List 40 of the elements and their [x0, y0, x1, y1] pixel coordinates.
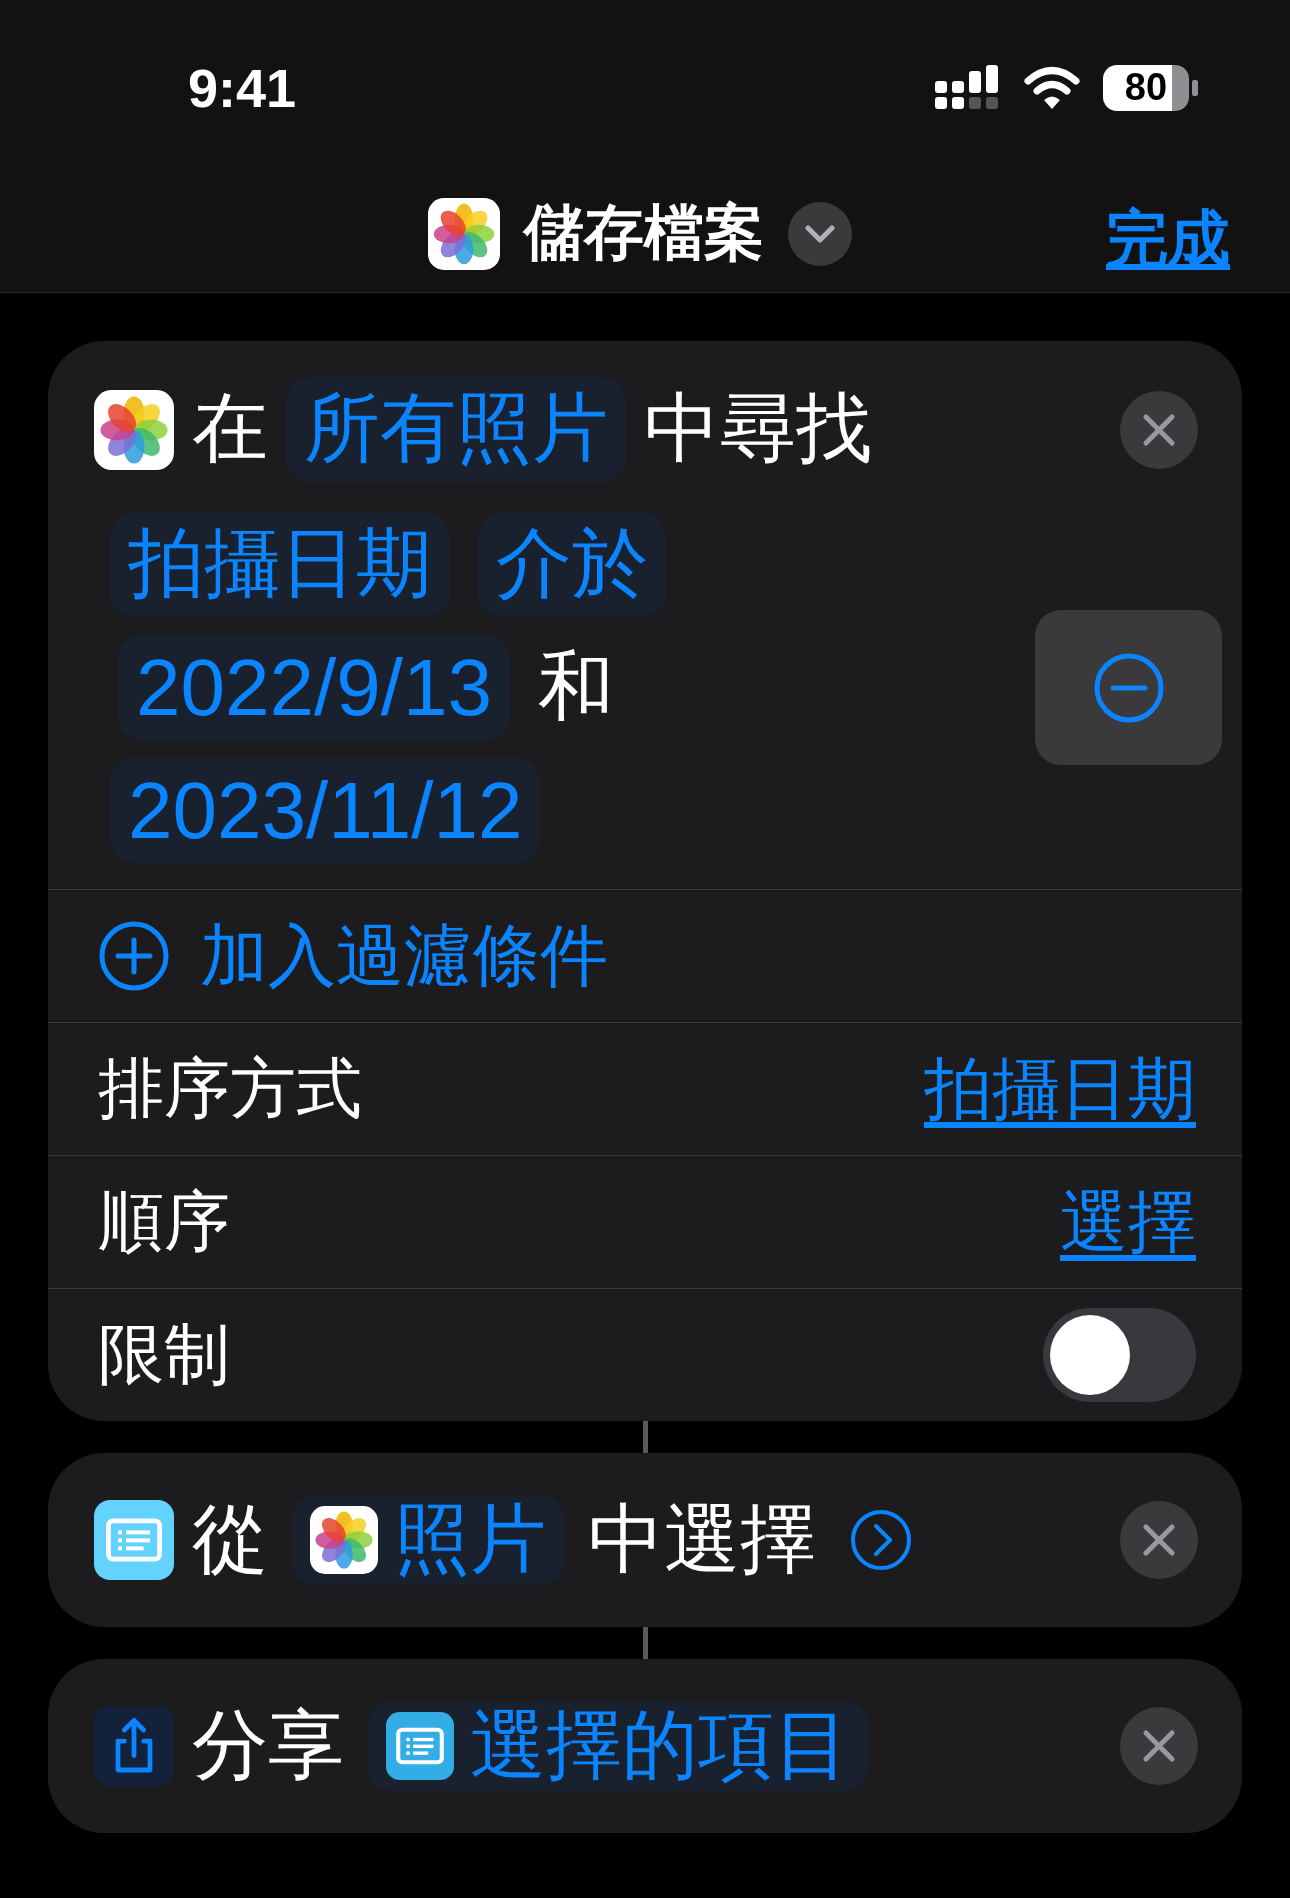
done-button[interactable]: 完成 [1106, 197, 1230, 281]
status-time: 9:41 [188, 56, 298, 119]
source-token[interactable]: 所有照片 [286, 377, 626, 482]
variable-token[interactable]: 照片 [292, 1495, 564, 1585]
option-value-link[interactable]: 選擇 [1060, 1176, 1196, 1268]
close-icon [1142, 412, 1176, 447]
date-token[interactable]: 2023/11/12 [110, 758, 541, 863]
minus-circle-icon [1092, 651, 1165, 724]
list-icon [94, 1500, 174, 1580]
close-icon [1142, 1729, 1176, 1763]
nav-title: 儲存檔案 [524, 198, 764, 268]
operator-token[interactable]: 介於 [478, 512, 666, 617]
list-icon [386, 1712, 454, 1780]
variable-token[interactable]: 選擇的項目 [368, 1701, 868, 1791]
action-text: 中選擇 [588, 1494, 816, 1583]
action-text: 中尋找 [644, 384, 872, 472]
date-token[interactable]: 2022/9/13 [118, 635, 510, 740]
chevron-circle-icon[interactable] [850, 1509, 912, 1571]
option-label: 排序方式 [98, 1050, 362, 1127]
action-text: 在 [192, 384, 268, 472]
wifi-icon [1023, 65, 1081, 110]
option-value-link[interactable]: 拍攝日期 [924, 1043, 1196, 1135]
photos-icon [94, 389, 174, 470]
close-icon [1142, 1523, 1176, 1557]
share-icon [94, 1706, 174, 1786]
battery-tip-icon [1192, 79, 1198, 96]
conjunction-text: 和 [537, 642, 614, 730]
action-text: 從 [192, 1494, 268, 1583]
action-text: 分享 [192, 1700, 344, 1789]
battery-level: 80 [1103, 64, 1189, 111]
plus-circle-icon [98, 920, 170, 992]
photos-icon [310, 1506, 378, 1574]
option-label: 限制 [98, 1316, 230, 1393]
remove-filter-button[interactable] [1035, 610, 1222, 765]
chevron-down-icon [805, 224, 835, 243]
photos-icon [428, 197, 500, 270]
add-filter-button[interactable]: 加入過濾條件 [48, 889, 1242, 1022]
property-token[interactable]: 拍攝日期 [110, 512, 450, 617]
option-label: 順序 [98, 1183, 230, 1260]
signal-icon [935, 64, 1001, 111]
